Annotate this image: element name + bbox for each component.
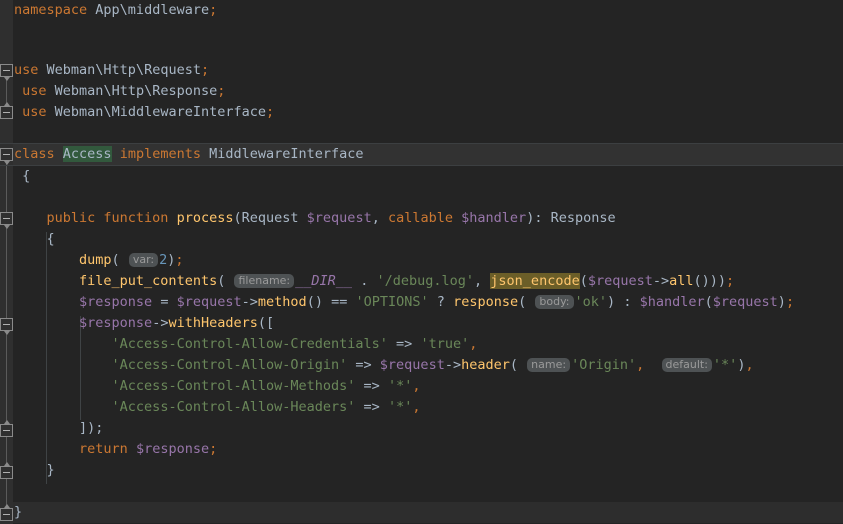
fold-marker-line-10[interactable] <box>0 148 13 165</box>
fold-marker-line-23[interactable] <box>0 462 13 479</box>
search-match-json-encode: json_encode <box>490 273 580 289</box>
fold-marker-line-7[interactable] <box>0 102 13 119</box>
code-line-6[interactable]: use Webman\Http\Response; <box>13 81 843 102</box>
code-editor[interactable]: namespace App\middleware; use Webman\Htt… <box>0 0 843 524</box>
inline-hint-var: var: <box>128 253 159 267</box>
code-line-7[interactable]: use Webman\MiddlewareInterface; <box>13 102 843 123</box>
fold-marker-line-27[interactable] <box>0 504 13 521</box>
fold-marker-line-5[interactable] <box>0 64 13 81</box>
code-line-21[interactable]: 'Access-Control-Allow-Methods' => '*', <box>13 376 843 397</box>
fold-marker-line-13[interactable] <box>0 212 13 229</box>
current-line-bottom-border <box>0 165 843 166</box>
code-line-8[interactable] <box>13 123 843 144</box>
current-line-top-border <box>0 143 843 144</box>
code-line-19[interactable]: 'Access-Control-Allow-Credentials' => 't… <box>13 334 843 355</box>
fold-marker-line-21[interactable] <box>0 420 13 437</box>
code-line-2[interactable] <box>13 21 843 42</box>
code-line-15[interactable]: dump( var: 2); <box>13 250 843 271</box>
fold-rail <box>6 380 7 422</box>
inline-hint-name: name: <box>527 358 571 372</box>
code-line-27[interactable]: } <box>13 502 843 523</box>
code-line-13[interactable]: public function process(Request $request… <box>13 208 843 229</box>
code-line-17[interactable]: $response = $request->method() == 'OPTIO… <box>13 292 843 313</box>
code-line-12[interactable] <box>13 187 843 208</box>
code-line-24[interactable]: return $response; <box>13 439 843 460</box>
editor-gutter[interactable] <box>0 0 13 524</box>
code-line-1[interactable]: namespace App\middleware; <box>13 0 843 21</box>
code-line-11[interactable]: { <box>13 166 843 187</box>
code-line-5[interactable]: use Webman\Http\Request; <box>13 60 843 81</box>
inline-hint-body: body: <box>535 295 574 309</box>
code-line-22[interactable]: 'Access-Control-Allow-Headers' => '*', <box>13 397 843 418</box>
code-line-26[interactable] <box>13 481 843 502</box>
inline-hint-default: default: <box>661 358 712 372</box>
code-line-20[interactable]: 'Access-Control-Allow-Origin' => $reques… <box>13 355 843 376</box>
code-line-16[interactable]: file_put_contents( filename: __DIR__ . '/… <box>13 271 843 292</box>
code-content[interactable]: namespace App\middleware; use Webman\Htt… <box>13 0 843 524</box>
code-line-10[interactable]: class Access implements MiddlewareInterf… <box>13 144 843 165</box>
fold-marker-line-16[interactable] <box>0 318 13 335</box>
inline-hint-filename: filename: <box>234 274 295 288</box>
code-line-18[interactable]: $response->withHeaders([ <box>13 313 843 334</box>
code-line-23[interactable]: ]); <box>13 418 843 439</box>
code-line-14[interactable]: { <box>13 229 843 250</box>
code-line-25[interactable]: } <box>13 460 843 481</box>
